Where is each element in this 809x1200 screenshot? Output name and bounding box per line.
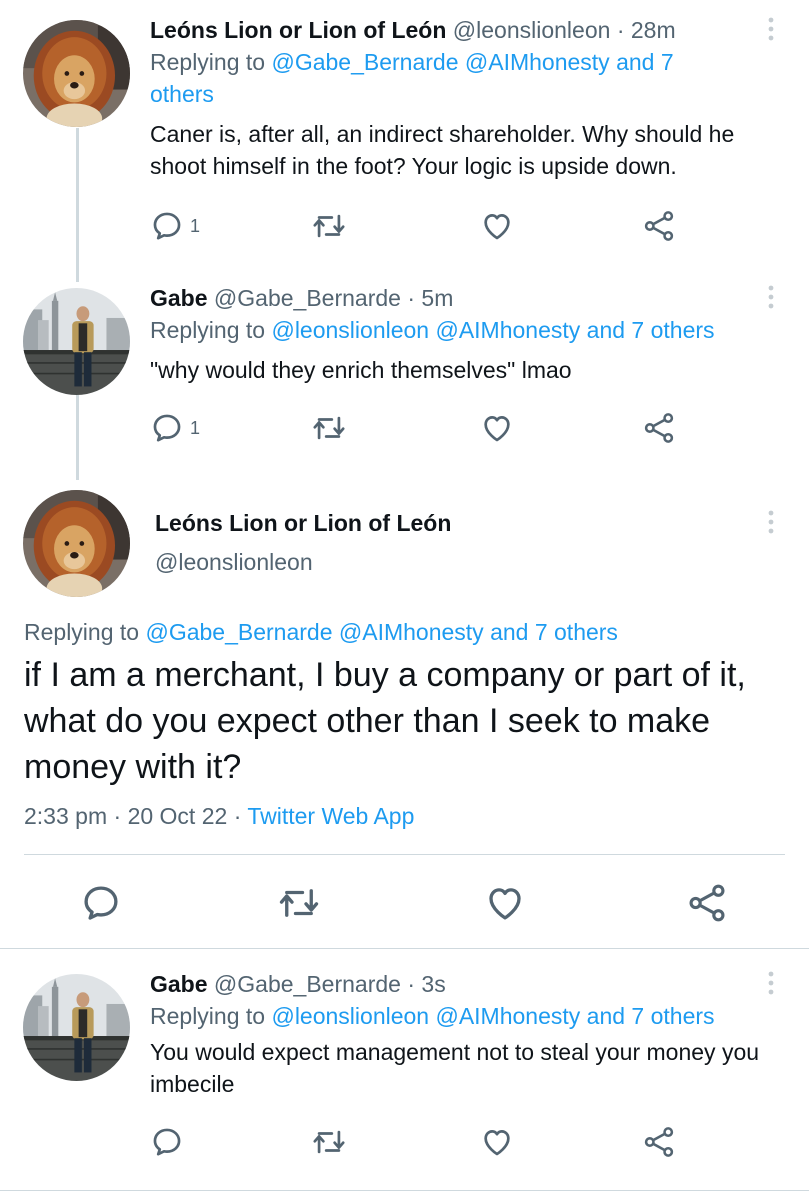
more-options-button[interactable] — [765, 16, 777, 42]
retweet-button[interactable] — [312, 410, 346, 446]
divider — [0, 948, 809, 949]
like-button[interactable] — [480, 1124, 514, 1160]
separator-dot: · — [113, 803, 122, 829]
display-name[interactable]: Leóns Lion or Lion of León — [155, 510, 451, 537]
share-icon — [686, 882, 728, 924]
avatar[interactable] — [23, 490, 130, 597]
divider — [24, 854, 785, 855]
like-icon — [484, 882, 526, 924]
share-button[interactable] — [642, 1124, 676, 1160]
separator-dot: · — [407, 971, 416, 997]
replying-to-label: Replying to — [150, 1003, 266, 1029]
tweet-date[interactable]: 20 Oct 22 — [128, 803, 228, 829]
tweet-text: Caner is, after all, an indirect shareho… — [150, 121, 735, 179]
reply-button[interactable]: 1 — [150, 410, 200, 446]
replying-to-label: Replying to — [150, 49, 266, 75]
like-button[interactable] — [484, 880, 526, 926]
more-options-button[interactable] — [765, 509, 777, 535]
separator-dot: · — [407, 285, 416, 311]
like-icon — [480, 209, 514, 243]
display-name[interactable]: Leóns Lion or Lion of León — [150, 17, 446, 43]
tweet-text: if I am a merchant, I buy a company or p… — [24, 656, 746, 786]
reply-button[interactable] — [80, 880, 122, 926]
share-icon — [642, 1125, 676, 1159]
display-name[interactable]: Gabe — [150, 971, 208, 997]
more-icon — [765, 16, 777, 42]
reply-icon — [150, 411, 184, 445]
more-options-button[interactable] — [765, 284, 777, 310]
share-button[interactable] — [642, 208, 676, 244]
timestamp[interactable]: 3s — [421, 971, 445, 997]
reply-icon — [150, 209, 184, 243]
replying-to-label: Replying to — [24, 619, 140, 645]
reply-count: 1 — [190, 215, 201, 236]
more-icon — [765, 509, 777, 535]
more-icon — [765, 970, 777, 996]
replying-to-label: Replying to — [150, 317, 266, 343]
reply-button[interactable]: 1 — [150, 208, 200, 244]
retweet-icon — [312, 209, 346, 243]
user-handle[interactable]: @leonslionleon — [453, 17, 611, 43]
display-name[interactable]: Gabe — [150, 285, 208, 311]
timestamp[interactable]: 5m — [421, 285, 453, 311]
like-icon — [480, 411, 514, 445]
retweet-button[interactable] — [312, 208, 346, 244]
share-icon — [642, 411, 676, 445]
user-handle[interactable]: @Gabe_Bernarde — [214, 971, 401, 997]
like-button[interactable] — [480, 410, 514, 446]
retweet-icon — [312, 1125, 346, 1159]
lion-dog-avatar-icon — [23, 490, 130, 597]
reply-count: 1 — [190, 417, 201, 438]
tweet-text: "why would they enrich themselves" lmao — [150, 357, 572, 383]
avatar[interactable] — [23, 20, 130, 127]
avatar[interactable] — [23, 288, 130, 395]
tweet-source[interactable]: Twitter Web App — [247, 803, 414, 829]
avatar[interactable] — [23, 974, 130, 1081]
tweet[interactable]: Leóns Lion or Lion of León @leonslionleo… — [0, 0, 809, 260]
tweet[interactable]: Gabe @Gabe_Bernarde · 3s Replying to @le… — [0, 966, 809, 1192]
retweet-button[interactable] — [312, 1124, 346, 1160]
tweet-time[interactable]: 2:33 pm — [24, 803, 107, 829]
lion-dog-avatar-icon — [23, 20, 130, 127]
timestamp[interactable]: 28m — [631, 17, 676, 43]
share-button[interactable] — [686, 880, 728, 926]
retweet-icon — [312, 411, 346, 445]
replying-mentions[interactable]: @leonslionleon @AIMhonesty and 7 others — [271, 1003, 714, 1029]
tweet-text: You would expect management not to steal… — [150, 1039, 760, 1097]
more-options-button[interactable] — [765, 970, 777, 996]
man-city-avatar-icon — [23, 974, 130, 1081]
share-button[interactable] — [642, 410, 676, 446]
like-button[interactable] — [480, 208, 514, 244]
retweet-icon — [278, 882, 320, 924]
user-handle[interactable]: @leonslionleon — [155, 549, 313, 576]
replying-mentions[interactable]: @leonslionleon @AIMhonesty and 7 others — [271, 317, 714, 343]
like-icon — [480, 1125, 514, 1159]
more-icon — [765, 284, 777, 310]
reply-button[interactable] — [150, 1124, 184, 1160]
separator-dot: · — [233, 803, 242, 829]
man-city-avatar-icon — [23, 288, 130, 395]
tweet[interactable]: Gabe @Gabe_Bernarde · 5m Replying to @le… — [0, 282, 809, 472]
divider — [0, 1190, 809, 1191]
reply-icon — [80, 882, 122, 924]
reply-icon — [150, 1125, 184, 1159]
share-icon — [642, 209, 676, 243]
retweet-button[interactable] — [278, 880, 320, 926]
separator-dot: · — [616, 17, 625, 43]
replying-mentions[interactable]: @Gabe_Bernarde @AIMhonesty and 7 others — [145, 619, 617, 645]
user-handle[interactable]: @Gabe_Bernarde — [214, 285, 401, 311]
